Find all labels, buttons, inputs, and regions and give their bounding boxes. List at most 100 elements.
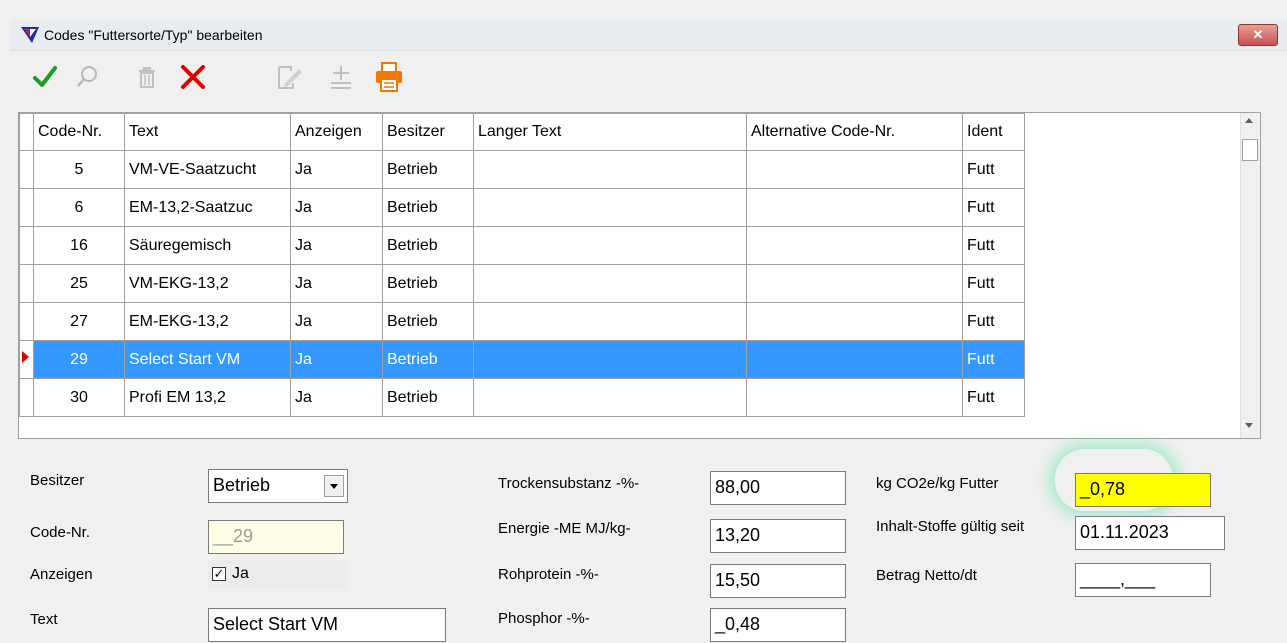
delete-button[interactable] — [130, 62, 164, 96]
cell-alt-code[interactable] — [746, 264, 963, 303]
inhalt-stoffe-date-field[interactable]: 01.11.2023 — [1075, 516, 1225, 550]
cell-ident[interactable]: Futt — [962, 378, 1025, 417]
scroll-up-icon[interactable] — [1245, 118, 1253, 123]
cell-text[interactable]: Säuregemisch — [124, 226, 291, 265]
cell-alt-code[interactable] — [746, 188, 963, 227]
anzeigen-checkbox[interactable]: ✓ — [212, 567, 226, 581]
col-header-alt-code[interactable]: Alternative Code-Nr. — [746, 113, 963, 151]
rohprotein-label: Rohprotein -%- — [498, 566, 599, 583]
cell-ident[interactable]: Futt — [962, 150, 1025, 189]
cell-anzeigen[interactable]: Ja — [290, 150, 383, 189]
row-indicator[interactable] — [19, 302, 34, 341]
cancel-button[interactable] — [176, 62, 210, 96]
cell-code[interactable]: 16 — [33, 226, 125, 265]
table-row[interactable]: 16 Säuregemisch Ja Betrieb Futt — [19, 226, 1025, 265]
cell-text[interactable]: EM-EKG-13,2 — [124, 302, 291, 341]
cell-ident[interactable]: Futt — [962, 264, 1025, 303]
code-nr-field[interactable]: __29 — [208, 520, 344, 554]
table-row[interactable]: 25 VM-EKG-13,2 Ja Betrieb Futt — [19, 264, 1025, 303]
cell-ident[interactable]: Futt — [962, 302, 1025, 341]
table-row[interactable]: 5 VM-VE-Saatzucht Ja Betrieb Futt — [19, 150, 1025, 189]
cell-alt-code[interactable] — [746, 150, 963, 189]
chevron-down-icon[interactable] — [324, 475, 344, 497]
table-row[interactable]: 27 EM-EKG-13,2 Ja Betrieb Futt — [19, 302, 1025, 341]
betrag-field[interactable]: ____,___ — [1075, 563, 1211, 597]
cell-anzeigen[interactable]: Ja — [290, 264, 383, 303]
cell-besitzer[interactable]: Betrieb — [382, 226, 474, 265]
col-header-text[interactable]: Text — [124, 113, 291, 151]
cell-alt-code[interactable] — [746, 226, 963, 265]
row-indicator[interactable] — [19, 378, 34, 417]
co2-field[interactable]: _0,78 — [1075, 473, 1211, 507]
close-button[interactable]: ✕ — [1238, 24, 1278, 46]
anzeigen-checkbox-row[interactable]: ✓ Ja — [208, 560, 348, 590]
trockensubstanz-field[interactable]: 88,00 — [710, 471, 846, 505]
cell-besitzer[interactable]: Betrieb — [382, 378, 474, 417]
col-header-besitzer[interactable]: Besitzer — [382, 113, 474, 151]
cell-code[interactable]: 29 — [33, 340, 125, 379]
dialog-window: Codes "Futtersorte/Typ" bearbeiten ✕ Cod… — [0, 0, 1287, 643]
cell-ident[interactable]: Futt — [962, 340, 1025, 379]
add-button[interactable] — [324, 62, 358, 96]
plus-minus-icon — [327, 63, 355, 96]
cell-text[interactable]: VM-VE-Saatzucht — [124, 150, 291, 189]
cell-langer-text[interactable] — [473, 226, 747, 265]
row-indicator[interactable] — [19, 150, 34, 189]
search-button[interactable] — [70, 62, 104, 96]
cell-text[interactable]: Select Start VM — [124, 340, 291, 379]
cell-alt-code[interactable] — [746, 302, 963, 341]
cell-code[interactable]: 5 — [33, 150, 125, 189]
edit-button[interactable] — [272, 62, 306, 96]
cell-anzeigen[interactable]: Ja — [290, 226, 383, 265]
phosphor-field[interactable]: _0,48 — [710, 608, 846, 642]
scroll-thumb[interactable] — [1242, 139, 1258, 161]
cell-anzeigen[interactable]: Ja — [290, 188, 383, 227]
cell-ident[interactable]: Futt — [962, 188, 1025, 227]
cell-besitzer[interactable]: Betrieb — [382, 188, 474, 227]
col-header-langer-text[interactable]: Langer Text — [473, 113, 747, 151]
row-indicator[interactable] — [19, 188, 34, 227]
cell-code[interactable]: 30 — [33, 378, 125, 417]
col-header-anzeigen[interactable]: Anzeigen — [290, 113, 383, 151]
scroll-down-icon[interactable] — [1245, 423, 1253, 428]
cell-besitzer[interactable]: Betrieb — [382, 264, 474, 303]
cell-anzeigen[interactable]: Ja — [290, 340, 383, 379]
cell-text[interactable]: Profi EM 13,2 — [124, 378, 291, 417]
table-row[interactable]: 30 Profi EM 13,2 Ja Betrieb Futt — [19, 378, 1025, 417]
cell-code[interactable]: 27 — [33, 302, 125, 341]
energie-field[interactable]: 13,20 — [710, 519, 846, 553]
col-header-code[interactable]: Code-Nr. — [33, 113, 125, 151]
cell-text[interactable]: VM-EKG-13,2 — [124, 264, 291, 303]
row-indicator[interactable] — [19, 340, 34, 379]
cell-code[interactable]: 25 — [33, 264, 125, 303]
cell-alt-code[interactable] — [746, 378, 963, 417]
cell-anzeigen[interactable]: Ja — [290, 302, 383, 341]
cell-ident[interactable]: Futt — [962, 226, 1025, 265]
col-header-ident[interactable]: Ident — [962, 113, 1025, 151]
cell-langer-text[interactable] — [473, 264, 747, 303]
cell-langer-text[interactable] — [473, 378, 747, 417]
cell-langer-text[interactable] — [473, 302, 747, 341]
cell-besitzer[interactable]: Betrieb — [382, 150, 474, 189]
cell-alt-code[interactable] — [746, 340, 963, 379]
besitzer-dropdown[interactable]: Betrieb — [208, 469, 348, 503]
cell-besitzer[interactable]: Betrieb — [382, 340, 474, 379]
cell-langer-text[interactable] — [473, 188, 747, 227]
cell-langer-text[interactable] — [473, 150, 747, 189]
codes-grid[interactable]: Code-Nr. Text Anzeigen Besitzer Langer T… — [18, 112, 1261, 439]
cell-code[interactable]: 6 — [33, 188, 125, 227]
vertical-scrollbar[interactable] — [1240, 113, 1260, 438]
print-button[interactable] — [372, 61, 406, 96]
cell-besitzer[interactable]: Betrieb — [382, 302, 474, 341]
co2-label: kg CO2e/kg Futter — [876, 475, 999, 492]
cell-langer-text[interactable] — [473, 340, 747, 379]
table-row[interactable]: 29 Select Start VM Ja Betrieb Futt — [19, 340, 1025, 379]
table-row[interactable]: 6 EM-13,2-Saatzuc Ja Betrieb Futt — [19, 188, 1025, 227]
row-indicator[interactable] — [19, 226, 34, 265]
rohprotein-field[interactable]: 15,50 — [710, 564, 846, 598]
confirm-button[interactable] — [28, 62, 62, 96]
row-indicator[interactable] — [19, 264, 34, 303]
text-field[interactable]: Select Start VM — [208, 608, 446, 642]
cell-text[interactable]: EM-13,2-Saatzuc — [124, 188, 291, 227]
cell-anzeigen[interactable]: Ja — [290, 378, 383, 417]
